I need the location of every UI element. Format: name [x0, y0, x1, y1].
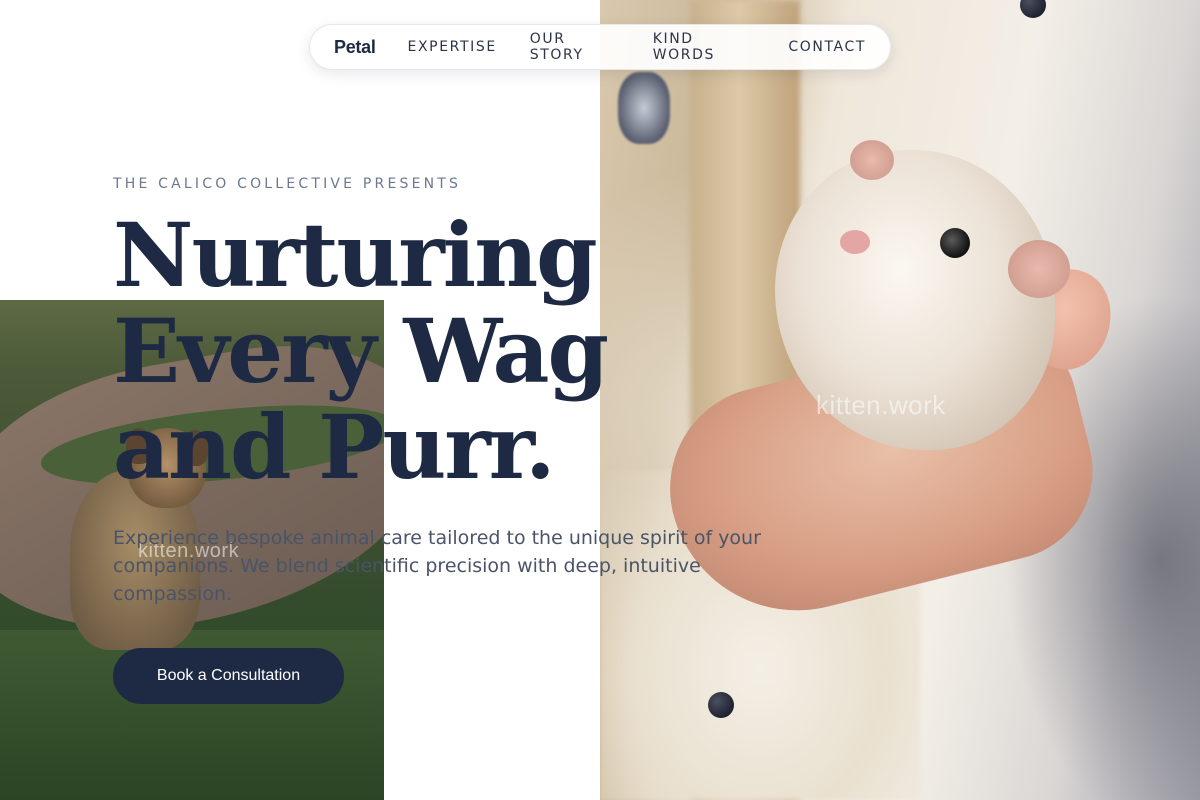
hero-subcopy: Experience bespoke animal care tailored …	[113, 527, 761, 605]
photo-collar-detail	[618, 72, 670, 144]
nav-link-expertise[interactable]: EXPERTISE	[408, 39, 497, 55]
nav-link-our-story[interactable]: OUR STORY	[530, 31, 620, 63]
photo-hamster-ear	[850, 140, 894, 180]
brand-logo[interactable]: Petal	[334, 37, 376, 58]
book-consultation-button[interactable]: Book a Consultation	[113, 648, 344, 704]
photo-hamster-nose	[840, 230, 870, 254]
photo-coat-button	[1020, 0, 1046, 18]
nav-link-kind-words[interactable]: KIND WORDS	[653, 31, 756, 63]
photo-hamster-eye	[940, 228, 970, 258]
top-nav: Petal EXPERTISE OUR STORY KIND WORDS CON…	[309, 24, 891, 70]
hero-headline: Nurturing Every Wag and Purr.	[113, 203, 609, 499]
photo-watermark: kitten.work	[816, 390, 946, 420]
photo-hamster-ear	[1008, 240, 1070, 298]
photo-coat-button	[708, 692, 734, 718]
nav-link-contact[interactable]: CONTACT	[788, 39, 866, 55]
hero-eyebrow: THE CALICO COLLECTIVE PRESENTS	[113, 176, 462, 192]
